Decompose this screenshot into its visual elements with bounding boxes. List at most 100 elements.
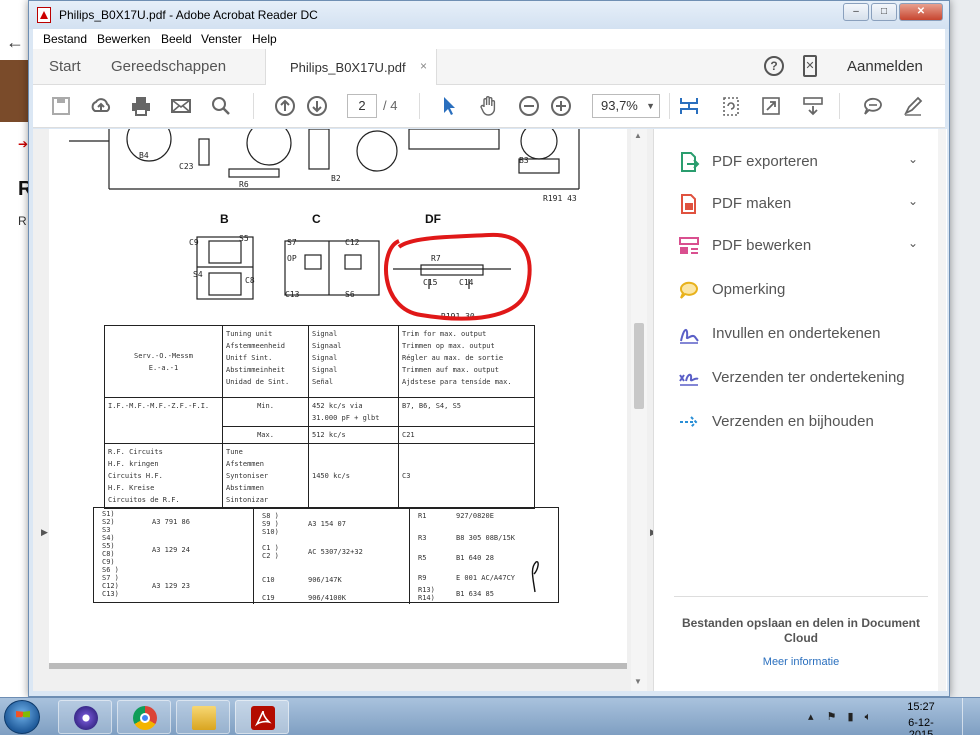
section-label: C <box>312 212 321 226</box>
table-cell: 452 kc/s via 31.000 pF + glbt <box>308 397 399 427</box>
volume-icon[interactable]: 🔈︎ <box>865 711 872 723</box>
show-hidden-icon[interactable]: ▴ <box>808 711 814 723</box>
page-down-icon[interactable] <box>305 95 329 119</box>
signin-button[interactable]: Aanmelden <box>847 58 923 75</box>
section-label: DF <box>425 212 441 226</box>
tab-start[interactable]: Start <box>49 58 81 75</box>
taskbar-acrobat[interactable] <box>235 700 289 734</box>
tool-send-sign[interactable]: Verzenden ter ondertekening <box>678 365 928 393</box>
email-icon[interactable] <box>169 95 193 119</box>
tool-create-pdf[interactable]: PDF maken ⌄ <box>678 191 928 219</box>
taskbar-explorer[interactable] <box>176 700 230 734</box>
parts-codes: S1) S2) S3 S4) S5) C8) C9) S6 ) S7 ) C12… <box>102 510 119 598</box>
fullscreen-icon[interactable] <box>759 95 783 119</box>
part-code: R14) <box>418 594 435 602</box>
fit-page-icon[interactable] <box>677 95 701 119</box>
page-number-input[interactable]: 2 <box>347 94 377 118</box>
clock-date[interactable]: 6-12-2015 <box>896 717 946 735</box>
part-code: R5 <box>418 554 427 562</box>
mobile-link-icon[interactable]: ✕ <box>803 55 817 77</box>
menu-venster[interactable]: Venster <box>201 32 242 46</box>
more-info-link[interactable]: Meer informatie <box>674 656 928 668</box>
tool-comment[interactable]: Opmerking <box>678 277 928 305</box>
part-code: C19 <box>262 594 275 602</box>
document-area[interactable]: ▶ B4 B2 B3 R6 C23 R191 43 R7 C15 C14 C9 … <box>33 129 657 691</box>
close-button[interactable]: ✕ <box>899 3 943 21</box>
comment-icon[interactable] <box>861 95 885 119</box>
chevron-down-icon[interactable]: ⌄ <box>908 236 918 250</box>
page-up-icon[interactable] <box>273 95 297 119</box>
flag-icon[interactable]: ⚑ <box>827 711 837 723</box>
taskbar-chrome[interactable] <box>117 700 171 734</box>
hand-icon[interactable] <box>477 95 501 119</box>
zoom-in-icon[interactable] <box>549 95 573 119</box>
cloud-promo-text: Bestanden opslaan en delen in Document C… <box>681 616 921 645</box>
part-code: C12) <box>102 582 119 590</box>
back-arrow-icon[interactable]: ← <box>6 32 24 53</box>
toolbar-divider <box>839 93 840 119</box>
schematic-drawing: B4 B2 B3 R6 C23 R191 43 R7 C15 C14 C9 C8… <box>69 129 580 321</box>
parts-codes: C1 ) C2 ) <box>262 544 279 560</box>
scroll-down-icon[interactable]: ▼ <box>634 677 642 686</box>
menu-help[interactable]: Help <box>252 32 277 46</box>
print-icon[interactable] <box>129 95 153 119</box>
toolbar-divider <box>253 93 254 119</box>
red-annotation-circle <box>384 232 532 321</box>
toolbar-divider <box>669 93 670 119</box>
network-icon[interactable]: ▮ <box>848 711 854 723</box>
help-icon[interactable]: ? <box>764 56 784 76</box>
zoom-select[interactable]: 93,7% ▼ <box>592 94 660 118</box>
panel-divider <box>674 596 928 597</box>
tool-send-track[interactable]: Verzenden en bijhouden <box>678 409 928 437</box>
vertical-scrollbar[interactable]: ▲ ▼ <box>631 129 647 691</box>
zoom-out-icon[interactable] <box>517 95 541 119</box>
tool-label: Verzenden ter ondertekening <box>712 369 905 386</box>
menu-bestand[interactable]: Bestand <box>43 32 87 46</box>
part-code: R9 <box>418 574 427 582</box>
tab-tools[interactable]: Gereedschappen <box>111 58 226 75</box>
sign-icon[interactable] <box>901 95 925 119</box>
tool-export-pdf[interactable]: PDF exporteren ⌄ <box>678 149 928 177</box>
rotate-icon[interactable] <box>719 95 743 119</box>
table-cell: Serv.-O.-Messm E.-a.-1 <box>104 325 223 398</box>
schematic-label: B3 <box>519 156 529 165</box>
maximize-button[interactable]: □ <box>871 3 897 21</box>
tool-label: PDF exporteren <box>712 153 818 170</box>
window-title: Philips_B0X17U.pdf - Adobe Acrobat Reade… <box>59 8 318 22</box>
panel-scrollbar[interactable] <box>938 129 946 691</box>
collapse-left-icon[interactable]: ▶ <box>41 527 48 538</box>
schematic-label: OP <box>287 254 297 263</box>
chevron-down-icon[interactable]: ⌄ <box>908 152 918 166</box>
scroll-up-icon[interactable]: ▲ <box>634 131 642 140</box>
chevron-down-icon[interactable]: ⌄ <box>908 194 918 208</box>
start-orb[interactable] <box>4 700 40 734</box>
search-icon[interactable] <box>209 95 233 119</box>
tab-document[interactable]: Philips_B0X17U.pdf × <box>265 49 437 85</box>
minimize-button[interactable]: – <box>843 3 869 21</box>
tools-panel: PDF exporteren ⌄ PDF maken ⌄ PDF bewerke… <box>653 129 947 691</box>
menu-beeld[interactable]: Beeld <box>161 32 192 46</box>
menu-bar: Bestand Bewerken Beeld Venster Help <box>33 29 945 49</box>
tool-edit-pdf[interactable]: PDF bewerken ⌄ <box>678 233 928 261</box>
clock-time[interactable]: 15:27 <box>896 701 946 713</box>
part-number: A3 791 86 <box>152 518 190 526</box>
tool-label: Opmerking <box>712 281 786 298</box>
upload-icon[interactable] <box>89 95 113 119</box>
table-cell: C3 <box>398 443 535 509</box>
taskbar-app[interactable] <box>58 700 112 734</box>
scroll-mode-icon[interactable] <box>801 95 825 119</box>
tool-fill-sign[interactable]: Invullen en ondertekenen <box>678 321 928 349</box>
schematic-label: B4 <box>139 151 149 160</box>
select-cursor-icon[interactable] <box>437 95 461 119</box>
part-code: R1 <box>418 512 427 520</box>
schematic-label: C14 <box>459 278 474 287</box>
schematic-label: R191 43 <box>543 194 577 203</box>
menu-bewerken[interactable]: Bewerken <box>97 32 150 46</box>
part-number: 906/147K <box>308 576 342 584</box>
send-track-icon <box>680 416 698 428</box>
save-icon[interactable] <box>49 95 73 119</box>
scroll-thumb[interactable] <box>634 323 644 409</box>
tab-close-icon[interactable]: × <box>420 59 427 73</box>
schematic-label: R6 <box>239 180 249 189</box>
show-desktop-button[interactable] <box>962 698 978 735</box>
